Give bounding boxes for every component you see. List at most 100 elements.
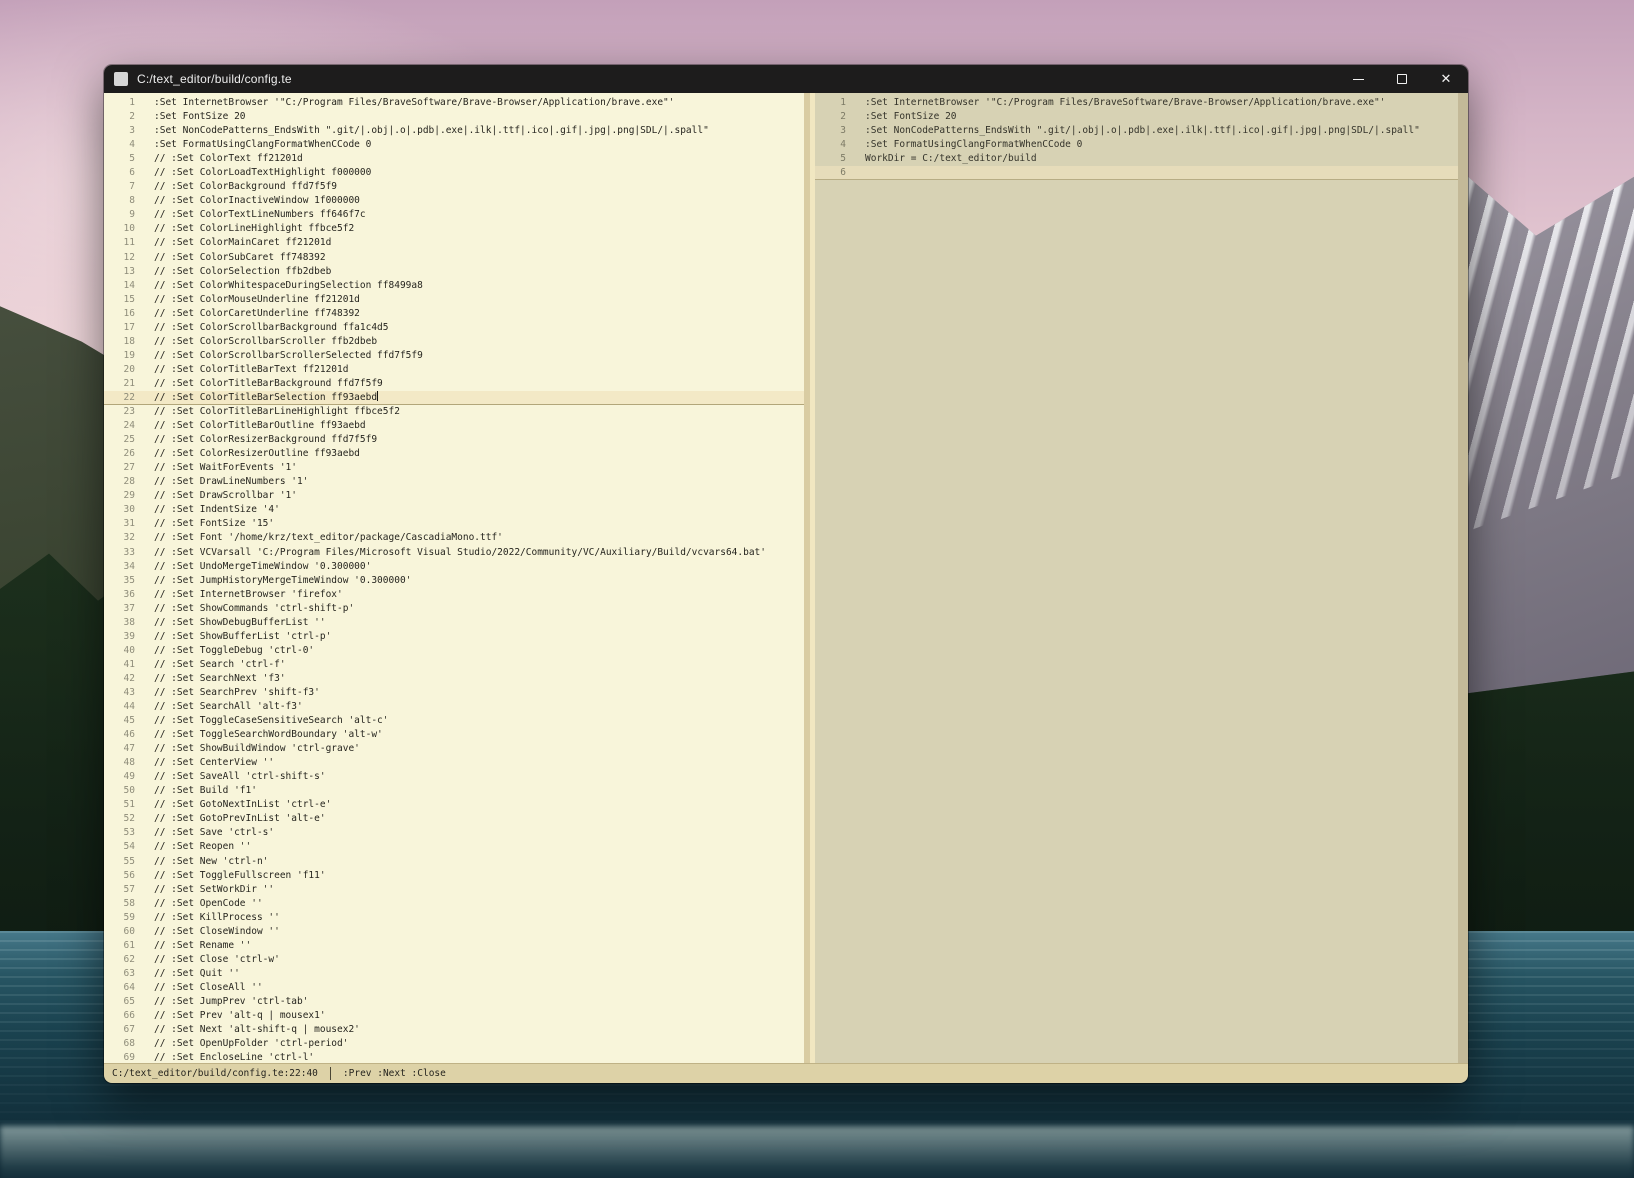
- code-line[interactable]: 16// :Set ColorCaretUnderline ff748392: [104, 307, 804, 321]
- line-number: 33: [104, 546, 135, 560]
- code-line[interactable]: 22// :Set ColorTitleBarSelection ff93aeb…: [104, 391, 804, 405]
- title-bar[interactable]: C:/text_editor/build/config.te ✕: [104, 65, 1468, 93]
- code-line[interactable]: 2:Set FontSize 20: [104, 110, 804, 124]
- line-number: 35: [104, 574, 135, 588]
- line-text: :Set InternetBrowser '"C:/Program Files/…: [865, 97, 1385, 108]
- maximize-button[interactable]: [1380, 65, 1424, 93]
- code-line[interactable]: 44// :Set SearchAll 'alt-f3': [104, 700, 804, 714]
- line-number: 36: [104, 588, 135, 602]
- code-line[interactable]: 55// :Set New 'ctrl-n': [104, 855, 804, 869]
- code-line[interactable]: 35// :Set JumpHistoryMergeTimeWindow '0.…: [104, 574, 804, 588]
- line-number: 11: [104, 236, 135, 250]
- right-pane-scrollbar[interactable]: [1458, 93, 1468, 1063]
- left-pane-scrollbar-thumb[interactable]: [810, 93, 815, 1063]
- code-line[interactable]: 12// :Set ColorSubCaret ff748392: [104, 251, 804, 265]
- code-line[interactable]: 68// :Set OpenUpFolder 'ctrl-period': [104, 1037, 804, 1051]
- code-line[interactable]: 60// :Set CloseWindow '': [104, 925, 804, 939]
- code-line[interactable]: 45// :Set ToggleCaseSensitiveSearch 'alt…: [104, 714, 804, 728]
- code-line[interactable]: 4:Set FormatUsingClangFormatWhenCCode 0: [815, 138, 1458, 152]
- code-line[interactable]: 18// :Set ColorScrollbarScroller ffb2dbe…: [104, 335, 804, 349]
- code-line[interactable]: 26// :Set ColorResizerOutline ff93aebd: [104, 447, 804, 461]
- code-line[interactable]: 38// :Set ShowDebugBufferList '': [104, 616, 804, 630]
- code-line[interactable]: 7// :Set ColorBackground ffd7f5f9: [104, 180, 804, 194]
- code-line[interactable]: 23// :Set ColorTitleBarLineHighlight ffb…: [104, 405, 804, 419]
- code-line[interactable]: 28// :Set DrawLineNumbers '1': [104, 475, 804, 489]
- editor-pane-inactive[interactable]: 1:Set InternetBrowser '"C:/Program Files…: [815, 93, 1458, 1063]
- line-number: 22: [104, 391, 135, 405]
- code-line[interactable]: 2:Set FontSize 20: [815, 110, 1458, 124]
- code-line[interactable]: 31// :Set FontSize '15': [104, 517, 804, 531]
- close-button[interactable]: ✕: [1424, 65, 1468, 93]
- code-line[interactable]: 10// :Set ColorLineHighlight ffbce5f2: [104, 222, 804, 236]
- code-line[interactable]: 39// :Set ShowBufferList 'ctrl-p': [104, 630, 804, 644]
- code-line[interactable]: 24// :Set ColorTitleBarOutline ff93aebd: [104, 419, 804, 433]
- code-line[interactable]: 19// :Set ColorScrollbarScrollerSelected…: [104, 349, 804, 363]
- code-line[interactable]: 51// :Set GotoNextInList 'ctrl-e': [104, 798, 804, 812]
- code-line[interactable]: 15// :Set ColorMouseUnderline ff21201d: [104, 293, 804, 307]
- code-line[interactable]: 3:Set NonCodePatterns_EndsWith ".git/|.o…: [815, 124, 1458, 138]
- line-number: 31: [104, 517, 135, 531]
- line-number: 62: [104, 953, 135, 967]
- code-line[interactable]: 1:Set InternetBrowser '"C:/Program Files…: [104, 96, 804, 110]
- code-line[interactable]: 1:Set InternetBrowser '"C:/Program Files…: [815, 96, 1458, 110]
- code-line[interactable]: 61// :Set Rename '': [104, 939, 804, 953]
- code-line[interactable]: 32// :Set Font '/home/krz/text_editor/pa…: [104, 531, 804, 545]
- code-line[interactable]: 3:Set NonCodePatterns_EndsWith ".git/|.o…: [104, 124, 804, 138]
- code-line[interactable]: 6: [815, 166, 1458, 180]
- code-line[interactable]: 9// :Set ColorTextLineNumbers ff646f7c: [104, 208, 804, 222]
- code-line[interactable]: 50// :Set Build 'f1': [104, 784, 804, 798]
- code-line[interactable]: 56// :Set ToggleFullscreen 'f11': [104, 869, 804, 883]
- code-line[interactable]: 34// :Set UndoMergeTimeWindow '0.300000': [104, 560, 804, 574]
- code-line[interactable]: 53// :Set Save 'ctrl-s': [104, 826, 804, 840]
- code-line[interactable]: 37// :Set ShowCommands 'ctrl-shift-p': [104, 602, 804, 616]
- code-line[interactable]: 64// :Set CloseAll '': [104, 981, 804, 995]
- code-line[interactable]: 67// :Set Next 'alt-shift-q | mousex2': [104, 1023, 804, 1037]
- line-text: // :Set ToggleFullscreen 'f11': [154, 870, 326, 881]
- status-commands[interactable]: :Prev :Next :Close: [343, 1068, 446, 1079]
- line-number: 41: [104, 658, 135, 672]
- code-line[interactable]: 25// :Set ColorResizerBackground ffd7f5f…: [104, 433, 804, 447]
- editor-pane-active[interactable]: 1:Set InternetBrowser '"C:/Program Files…: [104, 93, 804, 1063]
- code-line[interactable]: 14// :Set ColorWhitespaceDuringSelection…: [104, 279, 804, 293]
- left-pane-scrollbar[interactable]: [804, 93, 815, 1063]
- code-line[interactable]: 69// :Set EncloseLine 'ctrl-l': [104, 1051, 804, 1063]
- code-line[interactable]: 33// :Set VCVarsall 'C:/Program Files/Mi…: [104, 546, 804, 560]
- code-line[interactable]: 46// :Set ToggleSearchWordBoundary 'alt-…: [104, 728, 804, 742]
- code-line[interactable]: 21// :Set ColorTitleBarBackground ffd7f5…: [104, 377, 804, 391]
- code-line[interactable]: 41// :Set Search 'ctrl-f': [104, 658, 804, 672]
- line-text: // :Set Quit '': [154, 968, 240, 979]
- code-line[interactable]: 30// :Set IndentSize '4': [104, 503, 804, 517]
- code-line[interactable]: 59// :Set KillProcess '': [104, 911, 804, 925]
- code-line[interactable]: 65// :Set JumpPrev 'ctrl-tab': [104, 995, 804, 1009]
- code-line[interactable]: 5WorkDir = C:/text_editor/build: [815, 152, 1458, 166]
- code-line[interactable]: 6// :Set ColorLoadTextHighlight f000000: [104, 166, 804, 180]
- code-line[interactable]: 66// :Set Prev 'alt-q | mousex1': [104, 1009, 804, 1023]
- code-line[interactable]: 47// :Set ShowBuildWindow 'ctrl-grave': [104, 742, 804, 756]
- code-line[interactable]: 17// :Set ColorScrollbarBackground ffa1c…: [104, 321, 804, 335]
- code-line[interactable]: 54// :Set Reopen '': [104, 840, 804, 854]
- line-number: 53: [104, 826, 135, 840]
- line-number: 65: [104, 995, 135, 1009]
- code-line[interactable]: 11// :Set ColorMainCaret ff21201d: [104, 236, 804, 250]
- line-number: 30: [104, 503, 135, 517]
- line-text: // :Set CloseAll '': [154, 982, 263, 993]
- code-line[interactable]: 52// :Set GotoPrevInList 'alt-e': [104, 812, 804, 826]
- code-line[interactable]: 57// :Set SetWorkDir '': [104, 883, 804, 897]
- code-line[interactable]: 40// :Set ToggleDebug 'ctrl-0': [104, 644, 804, 658]
- code-line[interactable]: 58// :Set OpenCode '': [104, 897, 804, 911]
- code-line[interactable]: 63// :Set Quit '': [104, 967, 804, 981]
- minimize-button[interactable]: [1336, 65, 1380, 93]
- code-line[interactable]: 4:Set FormatUsingClangFormatWhenCCode 0: [104, 138, 804, 152]
- code-line[interactable]: 43// :Set SearchPrev 'shift-f3': [104, 686, 804, 700]
- code-line[interactable]: 42// :Set SearchNext 'f3': [104, 672, 804, 686]
- code-line[interactable]: 36// :Set InternetBrowser 'firefox': [104, 588, 804, 602]
- code-line[interactable]: 48// :Set CenterView '': [104, 756, 804, 770]
- code-line[interactable]: 27// :Set WaitForEvents '1': [104, 461, 804, 475]
- code-line[interactable]: 29// :Set DrawScrollbar '1': [104, 489, 804, 503]
- code-line[interactable]: 8// :Set ColorInactiveWindow 1f000000: [104, 194, 804, 208]
- code-line[interactable]: 62// :Set Close 'ctrl-w': [104, 953, 804, 967]
- code-line[interactable]: 49// :Set SaveAll 'ctrl-shift-s': [104, 770, 804, 784]
- code-line[interactable]: 13// :Set ColorSelection ffb2dbeb: [104, 265, 804, 279]
- code-line[interactable]: 5// :Set ColorText ff21201d: [104, 152, 804, 166]
- code-line[interactable]: 20// :Set ColorTitleBarText ff21201d: [104, 363, 804, 377]
